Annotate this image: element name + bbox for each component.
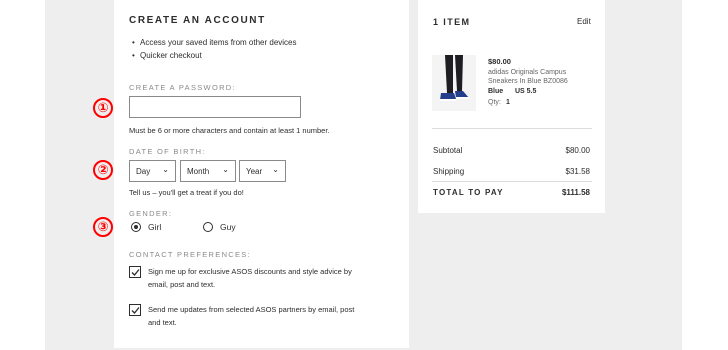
checkmark-icon (131, 307, 140, 314)
dob-year-select[interactable]: Year ⌄ (239, 160, 286, 182)
sneakers-image (432, 55, 476, 111)
item-qty: 1 (506, 99, 510, 106)
dob-day-select[interactable]: Day ⌄ (129, 160, 176, 182)
password-hint: Must be 6 or more characters and contain… (129, 126, 330, 135)
item-qty-label: Qty: (488, 99, 501, 106)
item-size: US 5.5 (515, 88, 537, 95)
discounts-checkbox[interactable] (129, 266, 141, 278)
dob-day-value: Day (136, 167, 151, 176)
item-name[interactable]: adidas Originals Campus Sneakers In Blue… (488, 68, 576, 86)
divider (432, 181, 592, 182)
dob-month-value: Month (187, 167, 210, 176)
gender-option-label: Guy (220, 222, 236, 232)
create-account-title: CREATE AN ACCOUNT (129, 15, 266, 26)
item-color: Blue (488, 88, 504, 95)
subtotal-value: $80.00 (565, 146, 590, 155)
chevron-down-icon: ⌄ (162, 165, 169, 174)
total-label: TOTAL TO PAY (433, 188, 504, 197)
password-label: CREATE A PASSWORD: (129, 83, 236, 92)
checkmark-icon (131, 269, 140, 276)
discounts-option-text: Sign me up for exclusive ASOS discounts … (148, 267, 352, 289)
annotation-marker-2: ② (93, 160, 113, 180)
gender-label: GENDER: (129, 209, 173, 218)
contact-preferences-label: CONTACT PREFERENCES: (129, 250, 251, 259)
gender-radio-girl[interactable] (131, 222, 141, 232)
subtotal-label: Subtotal (433, 146, 463, 155)
divider (432, 128, 592, 129)
shipping-value: $31.58 (565, 167, 590, 176)
password-input[interactable] (129, 96, 301, 118)
total-value: $111.58 (561, 188, 590, 197)
partners-checkbox[interactable] (129, 304, 141, 316)
item-price: $80.00 (488, 57, 511, 66)
dob-label: DATE OF BIRTH: (129, 147, 206, 156)
dob-year-value: Year (246, 167, 263, 176)
annotation-marker-1: ① (93, 98, 113, 118)
annotation-marker-3: ③ (93, 217, 113, 237)
product-image[interactable] (432, 55, 476, 111)
chevron-down-icon: ⌄ (272, 165, 279, 174)
gender-option-label: Girl (148, 222, 162, 232)
benefit-item: Access your saved items from other devic… (132, 38, 296, 47)
radio-selected-dot (134, 225, 138, 229)
dob-month-select[interactable]: Month ⌄ (180, 160, 236, 182)
bag-item-count: 1 ITEM (433, 17, 471, 27)
dob-hint: Tell us – you'll get a treat if you do! (129, 188, 244, 197)
partners-option-text: Send me updates from selected ASOS partn… (148, 305, 355, 327)
chevron-down-icon: ⌄ (222, 165, 229, 174)
gender-radio-guy[interactable] (203, 222, 213, 232)
benefit-item: Quicker checkout (132, 51, 202, 60)
edit-bag-link[interactable]: Edit (577, 17, 591, 26)
shipping-label: Shipping (433, 167, 465, 176)
